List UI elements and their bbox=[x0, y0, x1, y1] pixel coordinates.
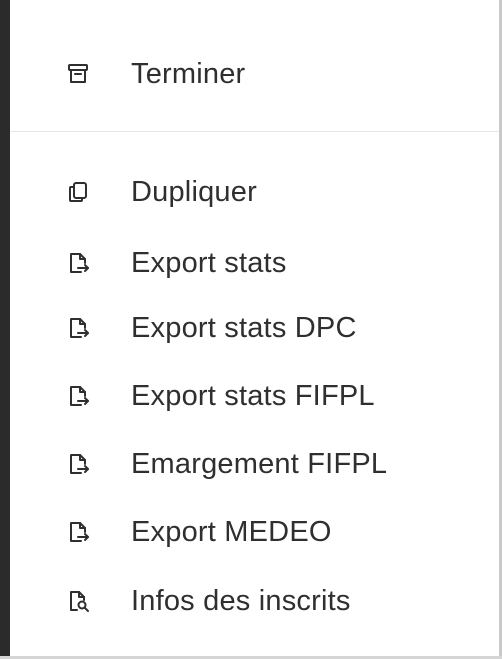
copy-icon bbox=[65, 179, 91, 205]
file-export-icon bbox=[65, 315, 91, 341]
menu-item-emargement-fifpl[interactable]: Emargement FIFPL bbox=[10, 438, 499, 490]
window-left-edge bbox=[0, 0, 10, 659]
menu-item-label: Terminer bbox=[131, 57, 246, 90]
menu-item-infos-des-inscrits[interactable]: Infos des inscrits bbox=[10, 575, 499, 627]
file-export-icon bbox=[65, 250, 91, 276]
archive-icon bbox=[65, 61, 91, 87]
menu-item-label: Infos des inscrits bbox=[131, 584, 351, 617]
context-menu: Terminer Dupliquer Export stats Export s… bbox=[10, 0, 499, 656]
menu-item-terminer[interactable]: Terminer bbox=[10, 48, 499, 100]
file-export-icon bbox=[65, 451, 91, 477]
menu-divider bbox=[10, 131, 499, 132]
menu-item-label: Export stats bbox=[131, 246, 287, 279]
menu-item-label: Emargement FIFPL bbox=[131, 447, 388, 480]
menu-item-dupliquer[interactable]: Dupliquer bbox=[10, 166, 499, 218]
menu-item-export-stats[interactable]: Export stats bbox=[10, 237, 499, 289]
menu-item-label: Export MEDEO bbox=[131, 515, 332, 548]
file-export-icon bbox=[65, 383, 91, 409]
menu-item-export-stats-fifpl[interactable]: Export stats FIFPL bbox=[10, 370, 499, 422]
menu-item-export-stats-dpc[interactable]: Export stats DPC bbox=[10, 302, 499, 354]
menu-item-label: Dupliquer bbox=[131, 175, 257, 208]
file-export-icon bbox=[65, 519, 91, 545]
file-search-icon bbox=[65, 588, 91, 614]
menu-item-export-medeo[interactable]: Export MEDEO bbox=[10, 506, 499, 558]
menu-item-label: Export stats FIFPL bbox=[131, 379, 375, 412]
menu-item-label: Export stats DPC bbox=[131, 311, 357, 344]
